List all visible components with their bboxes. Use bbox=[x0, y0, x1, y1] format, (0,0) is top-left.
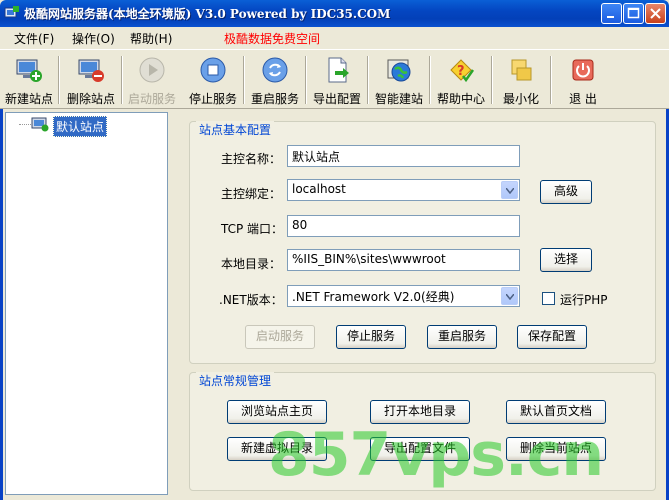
window-title: 极酷网站服务器(本地全环境版) V3.0 Powered by IDC35.CO… bbox=[24, 7, 391, 21]
help-center-toolbar-button[interactable]: ? 帮助中心 bbox=[432, 54, 490, 106]
toolbar-separator bbox=[58, 56, 60, 104]
menu-file[interactable]: 文件(F) bbox=[14, 30, 54, 47]
export-config-label: 导出配置 bbox=[312, 92, 361, 106]
local-dir-field[interactable]: %IIS_BIN%\sites\wwwroot bbox=[287, 249, 520, 271]
menu-operate[interactable]: 操作(O) bbox=[72, 30, 115, 47]
stop-icon bbox=[200, 57, 226, 83]
smart-build-label: 智能建站 bbox=[374, 92, 423, 106]
save-config-button[interactable]: 保存配置 bbox=[517, 325, 587, 349]
toolbar-separator bbox=[429, 56, 431, 104]
exit-label: 退 出 bbox=[569, 92, 597, 106]
new-site-icon bbox=[16, 59, 42, 82]
exit-toolbar-button[interactable]: 退 出 bbox=[554, 54, 612, 106]
promo-link[interactable]: 极酷数据免费空间 bbox=[224, 30, 320, 47]
maximize-icon bbox=[627, 7, 640, 19]
start-service-toolbar-button[interactable]: 启动服务 bbox=[124, 54, 180, 106]
export-config-toolbar-button[interactable]: 导出配置 bbox=[308, 54, 366, 106]
stop-service-button[interactable]: 停止服务 bbox=[336, 325, 406, 349]
delete-current-site-button[interactable]: 删除当前站点 bbox=[506, 437, 606, 461]
site-management-group: 站点常规管理 浏览站点主页 打开本地目录 默认首页文档 新建虚拟目录 导出配置文… bbox=[189, 372, 656, 491]
toolbar-separator bbox=[491, 56, 493, 104]
close-window-button[interactable] bbox=[645, 3, 666, 24]
chevron-down-icon[interactable] bbox=[501, 181, 518, 199]
local-dir-label: 本地目录： bbox=[221, 257, 282, 271]
tree-item-default-site[interactable]: 默认站点 bbox=[53, 116, 108, 137]
minimize-window-button[interactable] bbox=[601, 3, 622, 24]
run-php-label: 运行PHP bbox=[560, 293, 608, 307]
app-icon bbox=[4, 6, 19, 18]
restart-icon bbox=[262, 57, 288, 83]
new-virtual-dir-button[interactable]: 新建虚拟目录 bbox=[227, 437, 327, 461]
host-name-label: 主控名称： bbox=[221, 152, 282, 166]
restart-service-label: 重启服务 bbox=[250, 92, 299, 106]
globe-icon bbox=[387, 59, 411, 82]
new-site-button[interactable]: 新建站点 bbox=[2, 54, 56, 106]
open-local-dir-button[interactable]: 打开本地目录 bbox=[370, 400, 470, 424]
play-icon bbox=[139, 57, 165, 83]
browse-home-button[interactable]: 浏览站点主页 bbox=[227, 400, 327, 424]
host-bind-select[interactable]: localhost bbox=[287, 179, 520, 201]
delete-site-icon bbox=[78, 59, 104, 82]
host-bind-label: 主控绑定： bbox=[221, 187, 282, 201]
net-version-select[interactable]: .NET Framework V2.0(经典) bbox=[287, 285, 520, 307]
menu-bar: 文件(F) 操作(O) 帮助(H) 极酷数据免费空间 bbox=[0, 27, 669, 49]
toolbar-separator bbox=[305, 56, 307, 104]
new-site-label: 新建站点 bbox=[4, 92, 53, 106]
help-icon: ? bbox=[450, 59, 475, 83]
net-version-value: .NET Framework V2.0(经典) bbox=[292, 290, 455, 304]
minimize-label: 最小化 bbox=[502, 92, 539, 106]
start-service-button[interactable]: 启动服务 bbox=[245, 325, 315, 349]
menu-help[interactable]: 帮助(H) bbox=[130, 30, 172, 47]
chevron-down-icon[interactable] bbox=[501, 287, 518, 305]
advanced-button[interactable]: 高级 bbox=[540, 180, 592, 204]
toolbar: 新建站点 删除站点 启动服务 停止服务 重启服务 导出配置 智能建站 ? 帮助中… bbox=[0, 49, 669, 109]
toolbar-separator bbox=[121, 56, 123, 104]
delete-site-button[interactable]: 删除站点 bbox=[62, 54, 120, 106]
stop-service-label: 停止服务 bbox=[188, 92, 237, 106]
stop-service-toolbar-button[interactable]: 停止服务 bbox=[184, 54, 242, 106]
help-center-label: 帮助中心 bbox=[436, 92, 485, 106]
site-tree[interactable]: 默认站点 bbox=[5, 112, 168, 495]
run-php-checkbox[interactable] bbox=[542, 292, 555, 305]
net-version-label: .NET版本： bbox=[219, 293, 283, 307]
minimize-icon bbox=[607, 16, 614, 18]
maximize-window-button[interactable] bbox=[623, 3, 644, 24]
site-management-title: 站点常规管理 bbox=[196, 372, 275, 389]
close-icon bbox=[650, 8, 661, 19]
toolbar-separator bbox=[367, 56, 369, 104]
basic-config-title: 站点基本配置 bbox=[196, 121, 275, 138]
power-icon bbox=[572, 59, 594, 81]
host-name-field[interactable]: 默认站点 bbox=[287, 145, 520, 167]
basic-config-group: 站点基本配置 主控名称： 默认站点 主控绑定： localhost 高级 TCP… bbox=[189, 121, 656, 364]
toolbar-separator bbox=[550, 56, 552, 104]
title-bar[interactable]: 极酷网站服务器(本地全环境版) V3.0 Powered by IDC35.CO… bbox=[0, 0, 669, 27]
export-config-file-button[interactable]: 导出配置文件 bbox=[370, 437, 470, 461]
delete-site-label: 删除站点 bbox=[66, 92, 115, 106]
default-doc-button[interactable]: 默认首页文档 bbox=[506, 400, 606, 424]
minimize-toolbar-button[interactable]: 最小化 bbox=[494, 54, 548, 106]
export-icon bbox=[328, 57, 349, 83]
tcp-port-field[interactable]: 80 bbox=[287, 215, 520, 237]
choose-dir-button[interactable]: 选择 bbox=[540, 248, 592, 272]
restart-service-button[interactable]: 重启服务 bbox=[427, 325, 497, 349]
site-icon bbox=[31, 117, 49, 132]
smart-build-toolbar-button[interactable]: 智能建站 bbox=[370, 54, 428, 106]
tcp-port-label: TCP 端口： bbox=[221, 222, 284, 236]
restart-service-toolbar-button[interactable]: 重启服务 bbox=[246, 54, 304, 106]
toolbar-separator bbox=[243, 56, 245, 104]
host-bind-value: localhost bbox=[292, 182, 346, 196]
start-service-label: 启动服务 bbox=[127, 92, 176, 106]
minimize-window-icon bbox=[511, 59, 532, 81]
